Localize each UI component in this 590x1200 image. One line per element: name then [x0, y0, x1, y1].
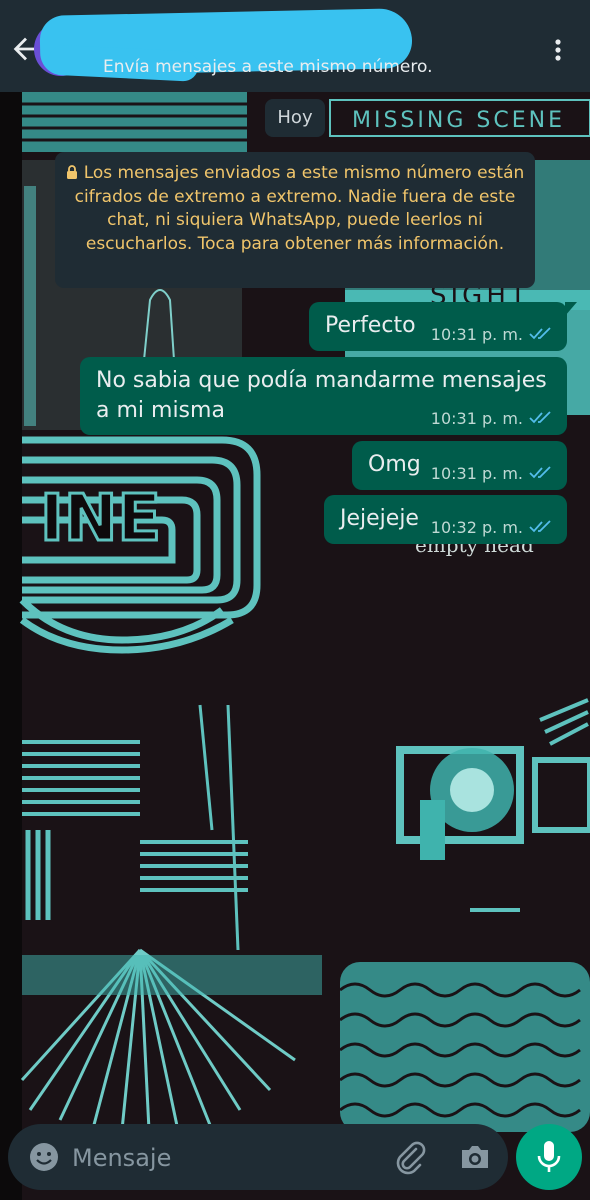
wallpaper-missing-text: MISSING SCENE: [352, 108, 565, 133]
message-meta: 10:31 p. m.: [431, 325, 553, 344]
message-time: 10:31 p. m.: [430, 409, 523, 428]
lock-icon: [66, 165, 77, 179]
message-text-line1: No sabia que podía mandarme mensajes: [96, 368, 547, 393]
camera-icon[interactable]: [458, 1140, 492, 1174]
message-bubble-outgoing[interactable]: Jejejeje 10:32 p. m.: [324, 495, 567, 544]
double-check-icon: [529, 520, 551, 533]
message-composer: [8, 1124, 508, 1190]
emoji-icon[interactable]: [28, 1141, 60, 1173]
microphone-icon: [537, 1141, 561, 1172]
mic-button[interactable]: [516, 1124, 582, 1190]
header-subtitle: Envía mensajes a este mismo número.: [103, 57, 433, 77]
encryption-notice-text: Los mensajes enviados a este mismo númer…: [74, 163, 525, 254]
wallpaper-ine-text: INE: [40, 482, 161, 556]
message-text-line2: a mi misma: [96, 398, 225, 423]
message-text: Omg: [368, 452, 421, 477]
message-time: 10:31 p. m.: [430, 325, 523, 344]
message-meta: 10:32 p. m.: [431, 518, 553, 537]
encryption-notice[interactable]: Los mensajes enviados a este mismo númer…: [55, 152, 535, 288]
message-input[interactable]: [70, 1138, 314, 1178]
message-text: Perfecto: [325, 313, 416, 338]
double-check-icon: [529, 466, 551, 479]
message-time: 10:31 p. m.: [430, 464, 523, 483]
paperclip-icon[interactable]: [392, 1139, 428, 1175]
message-meta: 10:31 p. m.: [431, 464, 553, 483]
message-time: 10:32 p. m.: [430, 518, 523, 537]
more-vert-icon[interactable]: [546, 36, 570, 64]
chat-header: Envía mensajes a este mismo número.: [0, 0, 590, 92]
message-bubble-outgoing[interactable]: Perfecto 10:31 p. m.: [309, 302, 567, 351]
double-check-icon: [529, 411, 551, 424]
message-text: Jejejeje: [340, 506, 419, 531]
message-bubble-outgoing[interactable]: No sabia que podía mandarme mensajes a m…: [80, 357, 567, 435]
bubble-tail: [565, 302, 577, 316]
double-check-icon: [529, 327, 551, 340]
message-meta: 10:31 p. m.: [431, 409, 553, 428]
message-bubble-outgoing[interactable]: Omg 10:31 p. m.: [352, 441, 567, 490]
date-chip: Hoy: [265, 99, 325, 137]
